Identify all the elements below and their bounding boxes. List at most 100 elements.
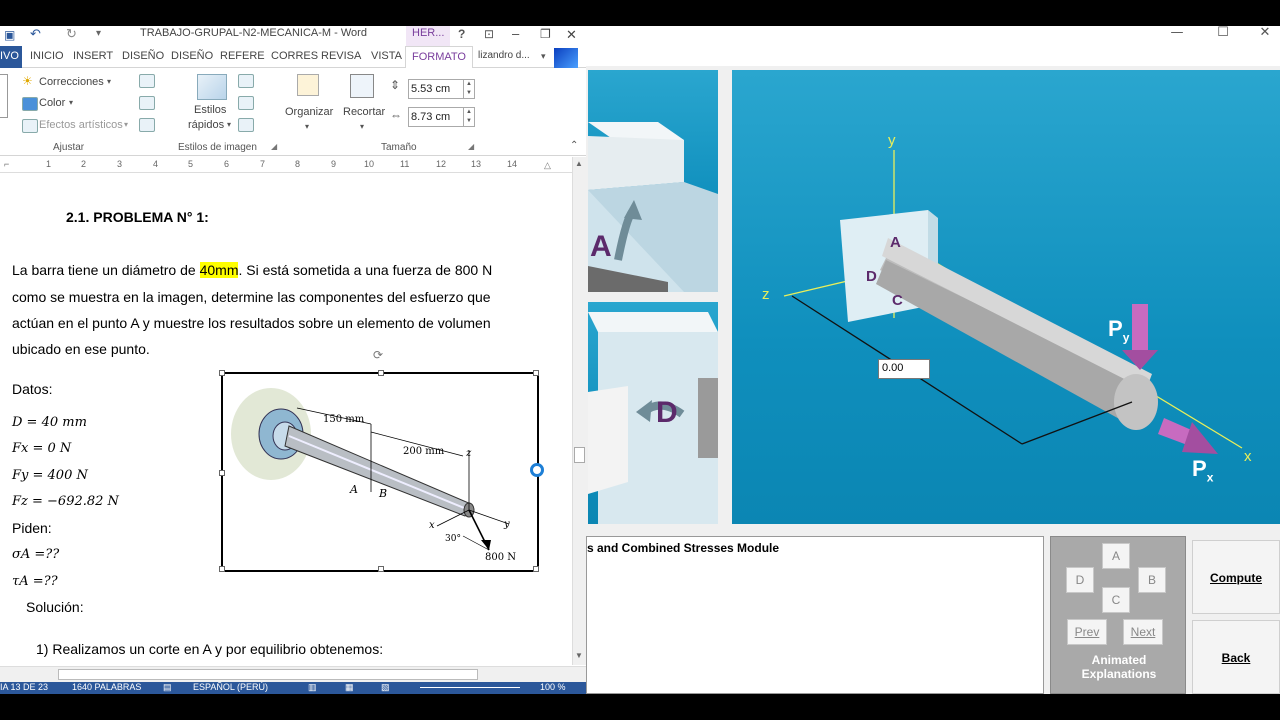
- scroll-up-icon[interactable]: ▲: [575, 159, 583, 168]
- print-layout-icon[interactable]: ▦: [345, 682, 354, 693]
- compute-button[interactable]: Compute: [1192, 540, 1280, 614]
- minimize-button[interactable]: –: [512, 26, 519, 41]
- collapse-ribbon-icon[interactable]: ⌃: [570, 140, 578, 151]
- scroll-down-icon[interactable]: ▼: [575, 651, 583, 660]
- datos-label: Datos:: [12, 381, 53, 397]
- color-dropdown-icon[interactable]: ▾: [69, 98, 73, 107]
- width-icon: ⇔: [390, 108, 402, 122]
- resize-handle[interactable]: [378, 370, 384, 376]
- organize-button[interactable]: Organizar: [285, 106, 333, 118]
- px-arrow-head: [1182, 422, 1218, 454]
- quick-styles-label-1[interactable]: Estilos: [194, 104, 226, 116]
- ribbon-display-icon[interactable]: ⊡: [484, 27, 494, 41]
- corrections-dropdown-icon[interactable]: ▾: [107, 77, 111, 86]
- close-button[interactable]: ✕: [566, 27, 577, 43]
- status-page[interactable]: IA 13 DE 23: [0, 682, 48, 692]
- change-picture-icon[interactable]: [139, 96, 155, 110]
- avatar[interactable]: [554, 48, 578, 68]
- resize-handle[interactable]: [533, 566, 539, 572]
- scroll-thumb[interactable]: [574, 447, 585, 463]
- width-field[interactable]: 8.73 cm: [408, 107, 464, 127]
- read-mode-icon[interactable]: ▥: [308, 682, 317, 693]
- proofing-icon[interactable]: ▤: [163, 682, 172, 693]
- reset-picture-icon[interactable]: [139, 118, 155, 132]
- prev-button[interactable]: Prev: [1067, 619, 1107, 645]
- organize-dropdown-icon[interactable]: ▾: [305, 122, 309, 131]
- next-button[interactable]: Next: [1123, 619, 1163, 645]
- tab-diseno[interactable]: DISEÑO: [122, 50, 164, 62]
- horizontal-scrollbar[interactable]: [0, 666, 586, 682]
- nav-point-b-button[interactable]: B: [1138, 567, 1166, 593]
- user-dropdown-icon[interactable]: ▾: [541, 51, 546, 62]
- estilos-launcher-icon[interactable]: ◢: [271, 142, 277, 151]
- tab-diseno-2[interactable]: DISEÑO: [171, 50, 213, 62]
- tab-referencias[interactable]: REFERE: [220, 50, 265, 62]
- bar-figure[interactable]: 150 mm 200 mm z x y A B 30° 800 N: [219, 370, 544, 572]
- view-point-d[interactable]: D: [588, 302, 718, 524]
- artistic-dropdown-icon[interactable]: ▾: [124, 120, 128, 129]
- axis-z-label: z: [762, 286, 770, 303]
- app-close-button[interactable]: ✕: [1242, 26, 1280, 42]
- color-button[interactable]: Color: [39, 97, 65, 109]
- tab-formato[interactable]: FORMATO: [405, 46, 473, 68]
- resize-handle[interactable]: [533, 370, 539, 376]
- view-main-3d[interactable]: y z x A D C Py Px: [732, 70, 1280, 524]
- picture-layout-icon[interactable]: [238, 118, 254, 132]
- user-account[interactable]: lizandro d...: [478, 50, 530, 61]
- app-minimize-button[interactable]: —: [1154, 26, 1200, 42]
- save-icon[interactable]: ▣: [4, 28, 15, 42]
- back-button[interactable]: Back: [1192, 620, 1280, 694]
- resize-handle[interactable]: [219, 566, 225, 572]
- tab-vista[interactable]: VISTA: [371, 50, 402, 62]
- app-restore-button[interactable]: ☐: [1200, 26, 1246, 42]
- point-d-scene: [588, 312, 718, 524]
- view-point-a[interactable]: A: [588, 70, 718, 292]
- nav-point-a-button[interactable]: A: [1102, 543, 1130, 569]
- resize-handle[interactable]: [219, 370, 225, 376]
- vertical-scrollbar[interactable]: ▲ ▼: [572, 157, 586, 665]
- quick-styles-label-2[interactable]: rápidos: [188, 119, 224, 131]
- remove-background-icon[interactable]: [0, 74, 8, 118]
- tab-correspondencia[interactable]: CORRES: [271, 50, 318, 62]
- tab-revisar[interactable]: REVISA: [321, 50, 361, 62]
- corrections-button[interactable]: Correcciones: [39, 76, 104, 88]
- tab-insert[interactable]: INSERT: [73, 50, 113, 62]
- help-button[interactable]: ?: [458, 27, 465, 41]
- size-launcher-icon[interactable]: ◢: [468, 142, 474, 151]
- quick-styles-dropdown-icon[interactable]: ▾: [227, 120, 231, 129]
- tab-selector-icon[interactable]: ⌐: [4, 159, 9, 169]
- redo-icon[interactable]: ↻: [66, 26, 77, 42]
- artistic-effects-button[interactable]: Efectos artísticos: [39, 119, 123, 131]
- zoom-slider[interactable]: [420, 687, 520, 688]
- resize-handle-active[interactable]: [530, 463, 544, 477]
- undo-icon[interactable]: ↶: [30, 26, 41, 42]
- crop-dropdown-icon[interactable]: ▾: [360, 122, 364, 131]
- rotate-handle-icon[interactable]: ⟳: [373, 348, 383, 362]
- height-spinner-icon[interactable]: ▲ ▼: [463, 79, 475, 99]
- nav-point-d-button[interactable]: D: [1066, 567, 1094, 593]
- organize-icon: [297, 74, 319, 96]
- tab-inicio[interactable]: INICIO: [30, 50, 64, 62]
- status-zoom[interactable]: 100 %: [540, 682, 566, 692]
- compress-pictures-icon[interactable]: [139, 74, 155, 88]
- picture-effects-icon[interactable]: [238, 96, 254, 110]
- height-field[interactable]: 5.53 cm: [408, 79, 464, 99]
- nav-point-c-button[interactable]: C: [1102, 587, 1130, 613]
- hscroll-thumb[interactable]: [58, 669, 478, 680]
- tab-file[interactable]: IVO: [0, 46, 22, 68]
- resize-handle[interactable]: [378, 566, 384, 572]
- picture-border-icon[interactable]: [238, 74, 254, 88]
- distance-input[interactable]: 0.00: [878, 359, 930, 379]
- document-page[interactable]: 2.1. PROBLEMA N° 1: La barra tiene un di…: [0, 174, 572, 680]
- quick-styles-icon: [197, 74, 227, 100]
- status-words[interactable]: 1640 PALABRAS: [72, 682, 141, 692]
- crop-button[interactable]: Recortar: [343, 106, 385, 118]
- right-indent-marker-icon[interactable]: △: [544, 160, 551, 171]
- window-title: TRABAJO-GRUPAL-N2-MECANICA-M - Word: [140, 27, 367, 39]
- status-language[interactable]: ESPAÑOL (PERÚ): [193, 682, 268, 692]
- width-spinner-icon[interactable]: ▲ ▼: [463, 107, 475, 127]
- web-layout-icon[interactable]: ▧: [381, 682, 390, 693]
- resize-handle[interactable]: [219, 470, 225, 476]
- qat-more-icon[interactable]: ▾: [96, 28, 101, 39]
- restore-button[interactable]: ❐: [540, 27, 551, 41]
